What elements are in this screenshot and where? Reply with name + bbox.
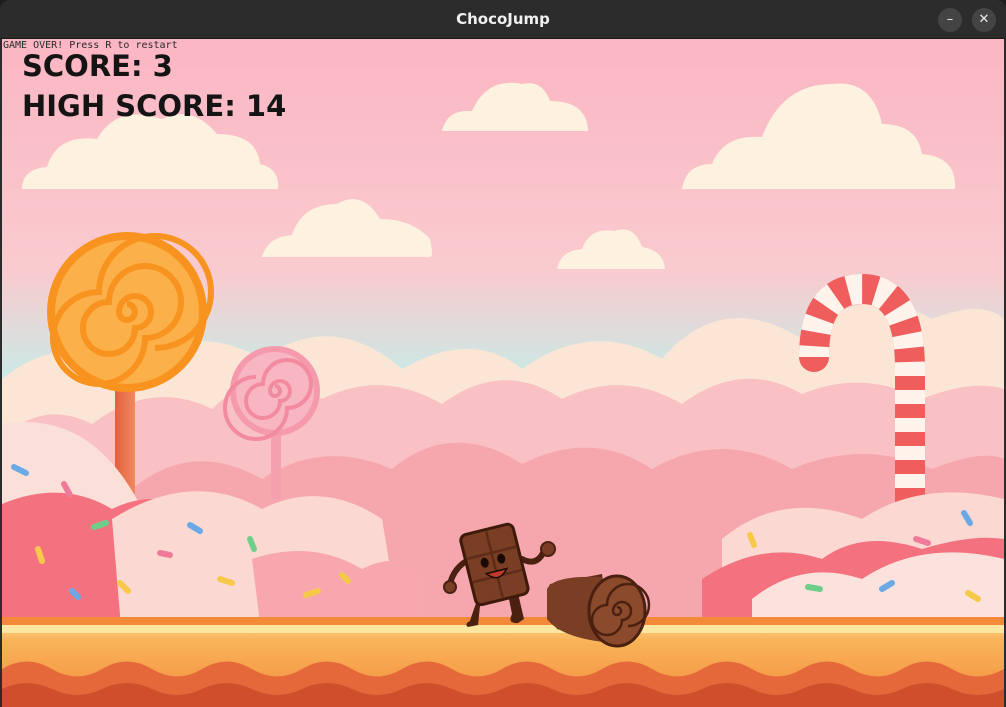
minimize-icon: – [946,12,954,27]
close-icon: ✕ [978,12,990,27]
high-score-display: HIGH SCORE: 14 [22,89,287,123]
title-bar[interactable]: ChocoJump – ✕ [0,0,1006,39]
ground [2,617,1004,707]
close-button[interactable]: ✕ [972,8,996,32]
game-scene [2,39,1004,707]
minimize-button[interactable]: – [938,8,962,32]
app-window: ChocoJump – ✕ GAME OVER! Press R to rest… [0,0,1006,707]
window-title: ChocoJump [456,10,550,28]
score-display: SCORE: 3 [22,49,173,83]
game-canvas[interactable]: GAME OVER! Press R to restart SCORE: 3 H… [2,39,1004,707]
